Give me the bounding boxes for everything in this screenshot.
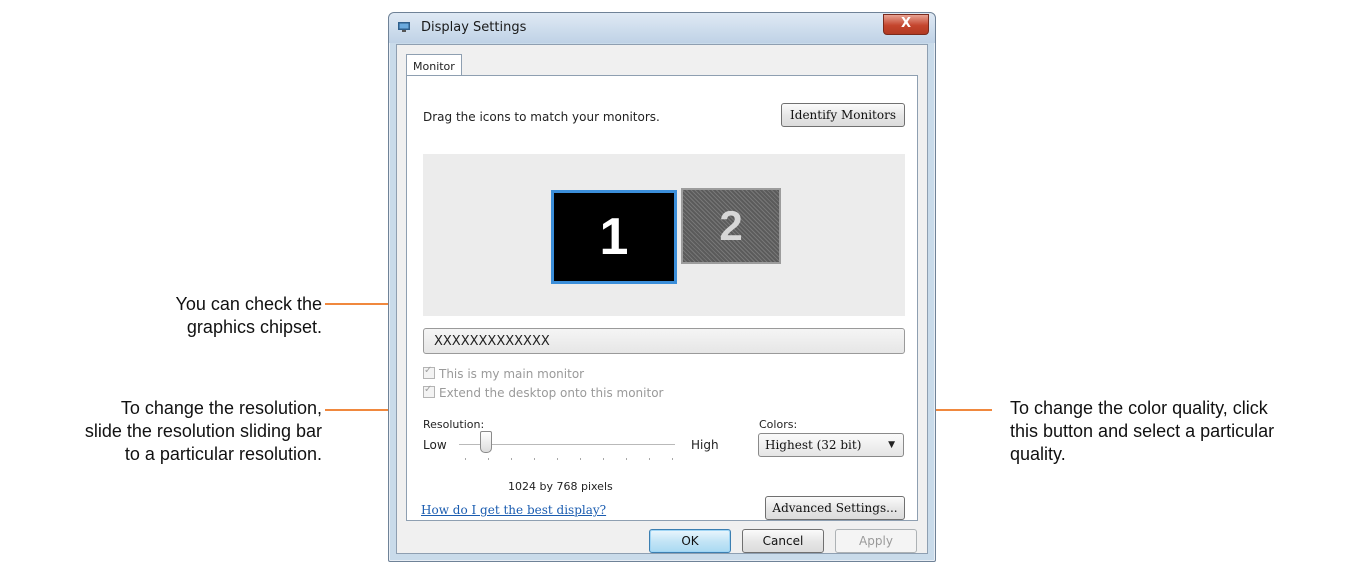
resolution-high-label: High [691,438,719,452]
slider-tick [580,458,581,460]
extend-desktop-checkbox-row[interactable]: Extend the desktop onto this monitor [423,384,664,400]
monitor-1-icon[interactable]: 1 [551,190,677,284]
slider-tick [488,458,489,460]
resolution-slider-ticks [465,458,675,460]
ok-button[interactable]: OK [649,529,731,553]
slider-tick [649,458,650,460]
extend-desktop-label: Extend the desktop onto this monitor [439,386,664,400]
identify-monitors-button[interactable]: Identify Monitors [781,103,905,127]
monitor-arrangement-area[interactable]: 1 2 [423,154,905,316]
best-display-help-link[interactable]: How do I get the best display? [421,503,606,517]
main-monitor-label: This is my main monitor [439,367,585,381]
colors-selected-value: Highest (32 bit) [765,438,862,452]
title-bar[interactable]: Display Settings X [389,13,935,43]
resolution-value: 1024 by 768 pixels [508,480,613,493]
apply-button[interactable]: Apply [835,529,917,553]
drag-instruction: Drag the icons to match your monitors. [423,110,660,124]
slider-tick [626,458,627,460]
annotation-line: to a particular resolution. [124,444,322,464]
dialog-client-area: Monitor Drag the icons to match your mon… [396,44,928,554]
slider-tick [465,458,466,460]
colors-label: Colors: [759,418,798,431]
slider-tick [672,458,673,460]
annotation-line: graphics chipset. [186,317,322,337]
display-settings-dialog: Display Settings X Monitor Drag the icon… [388,12,936,562]
display-icon [398,22,410,32]
slider-tick [534,458,535,460]
extend-desktop-checkbox[interactable] [423,384,435,398]
resolution-annotation: To change the resolution, slide the reso… [85,397,322,466]
resolution-label: Resolution: [423,418,485,431]
slider-tick [603,458,604,460]
tab-monitor[interactable]: Monitor [406,54,462,76]
annotation-line: To change the color quality, click [1010,398,1268,418]
resolution-low-label: Low [423,438,447,452]
annotation-line: You can check the [175,294,322,314]
monitor-tab-panel: Drag the icons to match your monitors. I… [406,75,918,521]
slider-tick [557,458,558,460]
main-monitor-checkbox-row[interactable]: This is my main monitor [423,365,585,381]
close-button[interactable]: X [883,14,929,35]
monitor-2-icon[interactable]: 2 [681,188,781,264]
cancel-button[interactable]: Cancel [742,529,824,553]
colors-annotation: To change the color quality, click this … [1010,397,1274,466]
window-title: Display Settings [421,20,527,35]
main-monitor-checkbox[interactable] [423,365,435,379]
slider-tick [511,458,512,460]
colors-dropdown[interactable]: Highest (32 bit) ▼ [758,433,904,457]
chevron-down-icon: ▼ [888,440,895,450]
annotation-line: slide the resolution sliding bar [84,421,322,441]
resolution-slider-thumb[interactable] [479,431,492,453]
advanced-settings-button[interactable]: Advanced Settings... [765,496,905,520]
graphics-chipset-field[interactable]: XXXXXXXXXXXXX [423,328,905,354]
annotation-line: quality. [1010,444,1066,464]
annotation-line: this button and select a particular [1010,421,1275,441]
annotation-line: To change the resolution, [120,398,322,418]
chipset-annotation: You can check the graphics chipset. [176,293,322,339]
